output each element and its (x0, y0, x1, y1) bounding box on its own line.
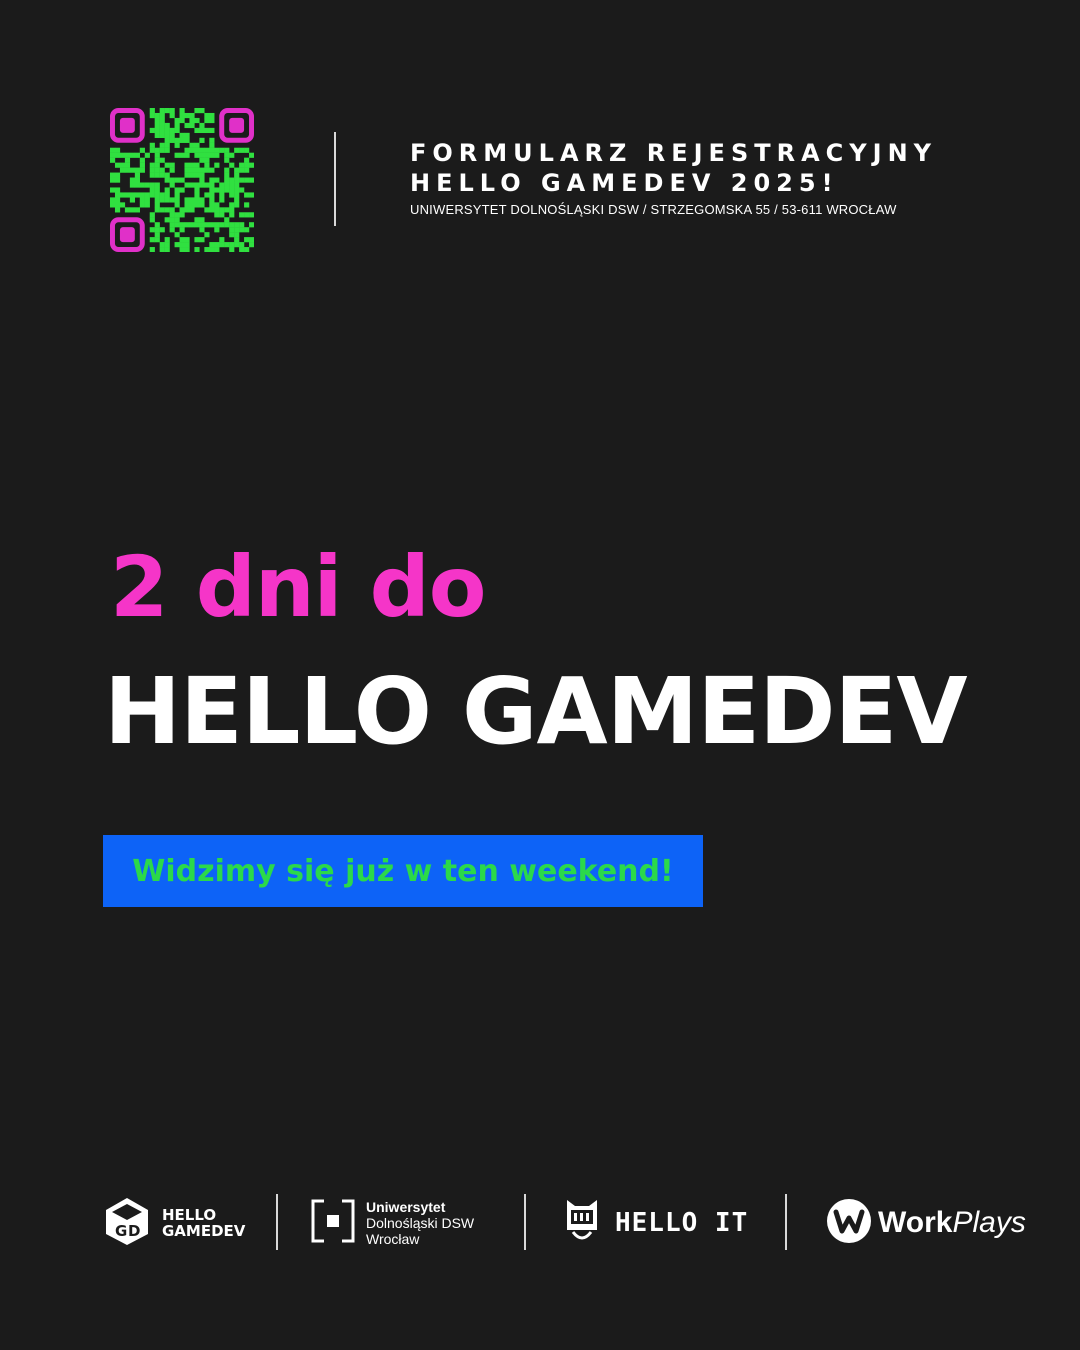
hello-it-logo: HELLO IT (563, 1196, 748, 1250)
header-title-line1: FORMULARZ REJESTRACYJNY (410, 139, 938, 167)
hello-it-cat-icon (563, 1196, 601, 1250)
tagline-text: Widzimy się już w ten weekend! (132, 853, 674, 889)
hello-gamedev-cube-icon: G D (102, 1196, 152, 1250)
hello-gamedev-logo: G D HELLO GAMEDEV (102, 1196, 245, 1250)
workplays-logo-part1: Work (878, 1206, 953, 1239)
hello-gamedev-logo-line1: HELLO (162, 1206, 217, 1224)
registration-qr-code[interactable] (110, 108, 254, 252)
dsw-bracket-square-icon (310, 1198, 356, 1248)
svg-text:D: D (128, 1222, 140, 1240)
partner-logos-footer: G D HELLO GAMEDEV Uniwersytet Dolnośląsk… (0, 1190, 1080, 1254)
countdown-headline: 2 dni do (110, 538, 486, 636)
header-divider (334, 132, 336, 226)
footer-divider (276, 1194, 278, 1250)
hello-gamedev-logo-line2: GAMEDEV (162, 1222, 246, 1240)
event-name-headline: HELLO GAMEDEV (104, 658, 968, 765)
svg-text:G: G (115, 1222, 127, 1240)
hello-it-logo-text: HELLO IT (615, 1208, 749, 1238)
dsw-logo-line2: Dolnośląski DSW (366, 1215, 475, 1231)
qr-code-icon (110, 108, 254, 252)
header-block: FORMULARZ REJESTRACYJNY HELLO GAMEDEV 20… (410, 138, 937, 217)
workplays-w-circle-icon (826, 1198, 872, 1248)
workplays-logo-part2: Plays (952, 1206, 1026, 1239)
tagline-banner: Widzimy się już w ten weekend! (103, 835, 703, 907)
header-title-line2: HELLO GAMEDEV 2025! (410, 169, 839, 197)
dsw-logo-line1: Uniwersytet (366, 1199, 446, 1215)
workplays-logo: WorkPlays (826, 1198, 1026, 1248)
header-address: UNIWERSYTET DOLNOŚLĄSKI DSW / STRZEGOMSK… (410, 202, 897, 217)
footer-divider (524, 1194, 526, 1250)
footer-divider (785, 1194, 787, 1250)
dsw-logo: Uniwersytet Dolnośląski DSW Wrocław (310, 1198, 474, 1248)
dsw-logo-line3: Wrocław (366, 1231, 420, 1247)
